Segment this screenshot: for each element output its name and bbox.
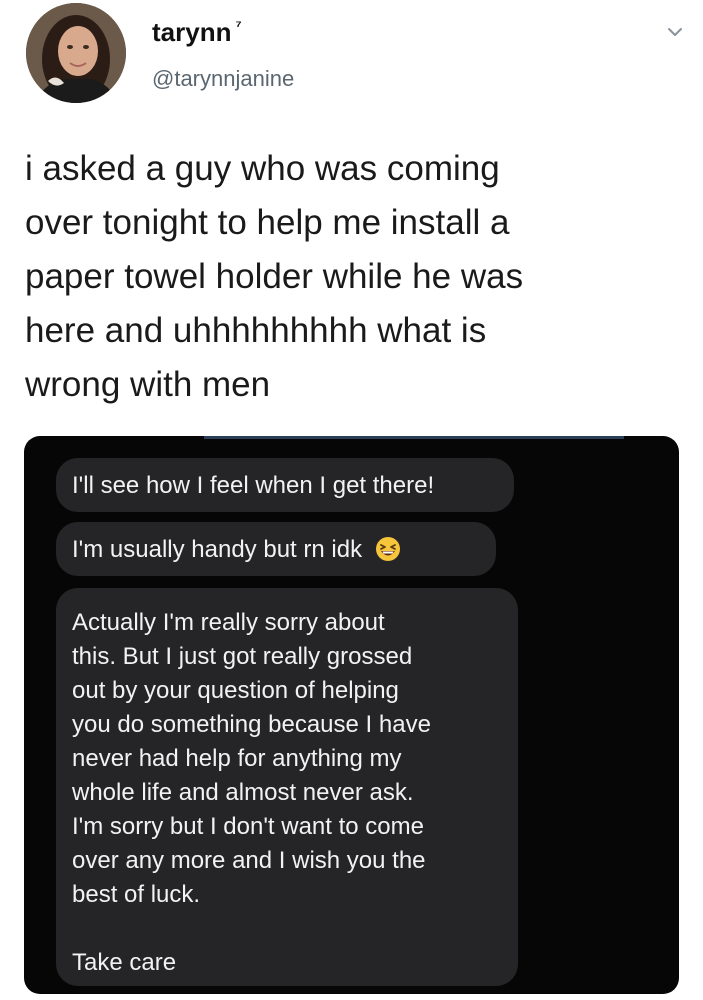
tweet-line: here and uhhhhhhhhh what is — [25, 311, 487, 350]
tweet-line: paper towel holder while he was — [25, 257, 524, 296]
avatar[interactable] — [26, 3, 126, 103]
message-bubble: I'm usually handy but rn idk — [56, 522, 496, 576]
message-line: never had help for anything my — [72, 745, 402, 772]
message-line: out by your question of helping — [72, 677, 399, 704]
attached-message-screenshot[interactable]: I'll see how I feel when I get there! I'… — [24, 436, 679, 994]
grinning-squinting-emoji-icon — [375, 536, 401, 562]
tweet-line: over tonight to help me install a — [25, 203, 510, 242]
avatar-photo — [26, 3, 126, 103]
message-line: over any more and I wish you the — [72, 847, 426, 874]
message-line: whole life and almost never ask. — [72, 779, 414, 806]
message-line: best of luck. — [72, 881, 201, 908]
tweet-text: i asked a guy who was coming over tonigh… — [25, 142, 685, 412]
message-text: I'll see how I feel when I get there! — [72, 472, 435, 499]
display-name-text: tarynn — [152, 17, 232, 47]
tweet-line: wrong with men — [25, 365, 271, 404]
display-name-mark: ⁷ — [235, 18, 242, 36]
message-signoff: Take care — [72, 949, 177, 976]
message-text: I'm usually handy but rn idk — [72, 536, 363, 563]
chevron-down-icon[interactable] — [665, 22, 685, 42]
message-line: this. But I just got really grossed — [72, 643, 413, 670]
display-name[interactable]: tarynn ⁷ — [152, 17, 242, 48]
user-handle[interactable]: @tarynnjanine — [152, 66, 294, 92]
message-bubble: Actually I'm really sorry about this. Bu… — [56, 588, 518, 986]
message-spacer — [72, 912, 518, 946]
message-line: I'm sorry but I don't want to come — [72, 813, 424, 840]
screenshot-top-divider — [204, 436, 624, 439]
message-line: Actually I'm really sorry about — [72, 609, 385, 636]
message-bubble: I'll see how I feel when I get there! — [56, 458, 514, 512]
message-line: you do something because I have — [72, 711, 431, 738]
tweet-line: i asked a guy who was coming — [25, 149, 500, 188]
